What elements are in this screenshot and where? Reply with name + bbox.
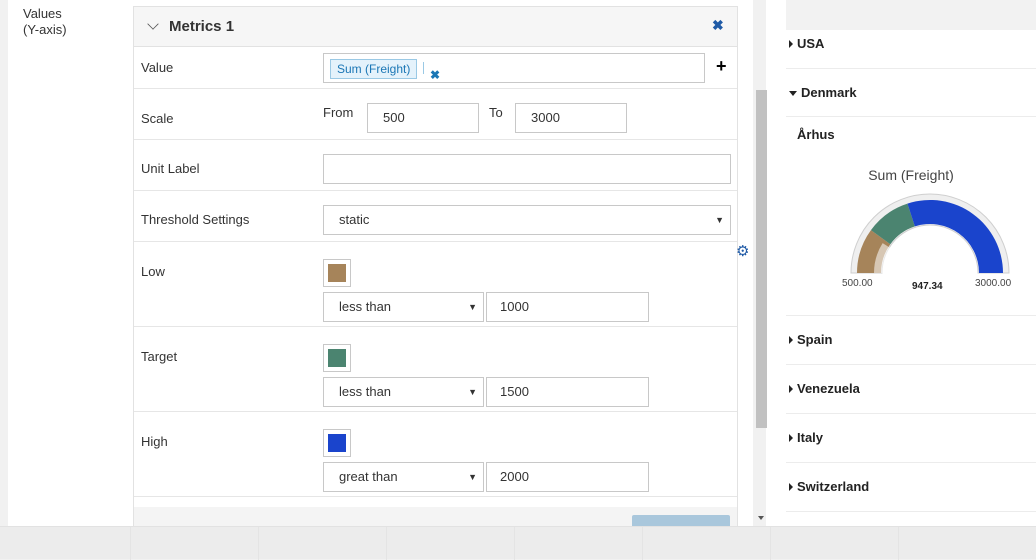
unit-label-row: Unit Label: [134, 140, 737, 191]
target-operator-value: less than: [339, 384, 392, 399]
threshold-target-label: Target: [141, 349, 178, 364]
threshold-settings-value: static: [339, 212, 370, 227]
high-operator-value: great than: [339, 469, 398, 484]
y-axis-label: (Y-axis): [23, 22, 67, 37]
tag-separator: [423, 62, 424, 74]
caret-right-icon: [789, 385, 793, 393]
select-arrow-icon: ▼: [468, 302, 477, 312]
scroll-down-arrow-icon[interactable]: [758, 516, 764, 520]
scale-to-label: To: [489, 105, 503, 120]
scrollbar-thumb[interactable]: [756, 90, 767, 428]
select-arrow-icon: ▼: [468, 387, 477, 397]
country-item-switzerland[interactable]: Switzerland: [786, 463, 1036, 512]
panel-title: Metrics 1: [169, 18, 235, 35]
country-name: Venezuela: [797, 381, 860, 396]
editor-canvas: Values (Y-axis) Metrics 1 ✖ Value Sum (F…: [8, 0, 1036, 526]
bottom-cell: [770, 527, 898, 560]
low-color-swatch: [328, 264, 346, 282]
low-color-picker[interactable]: [323, 259, 351, 287]
gauge-max-label: 3000.00: [975, 278, 1012, 289]
threshold-high-label: High: [141, 434, 168, 449]
threshold-row-low: Low less than ▼ 1000: [134, 242, 737, 327]
value-selector[interactable]: Sum (Freight) ✖: [323, 53, 705, 83]
country-name: Switzerland: [797, 479, 870, 494]
chevron-down-icon[interactable]: [147, 18, 159, 30]
bottom-cell: [130, 527, 258, 560]
bottom-cell: [386, 527, 514, 560]
high-operator-select[interactable]: great than ▼: [323, 462, 484, 492]
metrics-panel-header[interactable]: Metrics 1 ✖: [134, 7, 737, 47]
low-operator-select[interactable]: less than ▼: [323, 292, 484, 322]
scale-to-input[interactable]: 3000: [515, 103, 627, 133]
scale-from-input[interactable]: 500: [367, 103, 479, 133]
gear-icon[interactable]: ⚙: [736, 244, 749, 260]
bottom-strip: [0, 526, 1036, 560]
gauge-band-2: [907, 200, 1003, 273]
country-label: Switzerland: [789, 479, 869, 494]
gauge-value-label: 947.34: [912, 281, 943, 292]
caret-right-icon: [789, 434, 793, 442]
country-name: Spain: [797, 332, 833, 347]
bottom-cell: [514, 527, 642, 560]
caret-right-icon: [789, 336, 793, 344]
country-name: Italy: [797, 430, 824, 445]
target-value-input[interactable]: 1500: [486, 377, 649, 407]
target-color-swatch: [328, 349, 346, 367]
value-tag[interactable]: Sum (Freight): [330, 59, 418, 79]
gauge-chart: [850, 193, 1010, 274]
low-value-input[interactable]: 1000: [486, 292, 649, 322]
bottom-cell: [898, 527, 1036, 560]
threshold-settings-label: Threshold Settings: [141, 212, 250, 227]
scale-label: Scale: [141, 111, 174, 126]
threshold-settings-select[interactable]: static ▼: [323, 205, 731, 235]
country-label: Italy: [789, 430, 823, 445]
metrics-panel: Metrics 1 ✖ Value Sum (Freight) ✖ + Scal…: [133, 6, 738, 526]
bottom-cell: [258, 527, 386, 560]
add-value-icon[interactable]: +: [716, 56, 727, 77]
unit-label-input[interactable]: [323, 154, 731, 184]
scale-row: Scale From 500 To 3000: [134, 89, 737, 140]
country-label: Venezuela: [789, 381, 860, 396]
country-label: Spain: [789, 332, 832, 347]
value-tag-label: Sum (Freight): [337, 62, 411, 76]
high-color-picker[interactable]: [323, 429, 351, 457]
country-item-spain[interactable]: Spain: [786, 316, 1036, 365]
high-color-swatch: [328, 434, 346, 452]
close-icon[interactable]: ✖: [712, 17, 724, 34]
threshold-settings-row: Threshold Settings static ▼: [134, 191, 737, 242]
unit-label-label: Unit Label: [141, 161, 200, 176]
gauge-min-label: 500.00: [842, 278, 873, 289]
threshold-row-target: Target less than ▼ 1500: [134, 327, 737, 412]
low-operator-value: less than: [339, 299, 392, 314]
value-label: Value: [141, 60, 174, 75]
select-arrow-icon: ▼: [715, 215, 724, 225]
add-metric-button[interactable]: [632, 515, 730, 526]
select-arrow-icon: ▼: [468, 472, 477, 482]
preview-pane: USA Denmark Århus Sum (Freight) 500.00 9…: [786, 0, 1036, 526]
scale-from-label: From: [323, 105, 354, 120]
caret-right-icon: [789, 483, 793, 491]
add-metric-bar: [134, 507, 737, 526]
high-value-input[interactable]: 2000: [486, 462, 649, 492]
target-operator-select[interactable]: less than ▼: [323, 377, 484, 407]
remove-tag-icon[interactable]: ✖: [430, 61, 440, 89]
country-item-italy[interactable]: Italy: [786, 414, 1036, 463]
threshold-low-label: Low: [141, 264, 165, 279]
bottom-cell: [642, 527, 770, 560]
threshold-row-high: High great than ▼ 2000: [134, 412, 737, 497]
target-color-picker[interactable]: [323, 344, 351, 372]
country-item-venezuela[interactable]: Venezuela: [786, 365, 1036, 414]
values-axis-label: Values (Y-axis): [23, 6, 67, 38]
value-row: Value Sum (Freight) ✖: [134, 48, 737, 89]
values-label: Values: [23, 6, 62, 21]
